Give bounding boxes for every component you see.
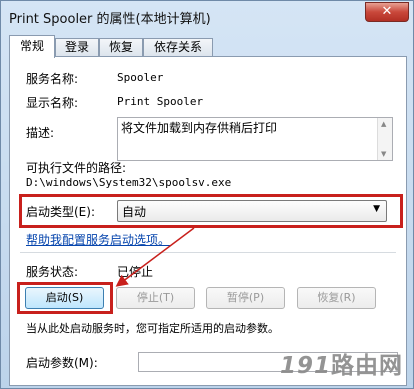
window-title: Print Spooler 的属性(本地计算机) — [9, 12, 211, 27]
resume-button-label: 恢复(R) — [317, 291, 356, 304]
tab-dependencies-label: 依存关系 — [153, 40, 202, 54]
site-watermark: 191路由网 — [280, 346, 403, 380]
pause-button[interactable]: 暂停(P) — [206, 287, 285, 309]
tab-dependencies[interactable]: 依存关系 — [143, 38, 213, 57]
properties-dialog: Print Spooler 的属性(本地计算机) ✕ 常规 登录 恢复 依存关系… — [0, 0, 414, 389]
watermark-text: 路由网 — [331, 353, 403, 379]
tab-general[interactable]: 常规 — [9, 35, 55, 58]
start-button[interactable]: 启动(S) — [25, 287, 104, 309]
close-icon: ✕ — [381, 4, 393, 19]
tab-logon[interactable]: 登录 — [55, 38, 99, 57]
start-button-label: 启动(S) — [45, 291, 84, 304]
annotation-arrow — [115, 227, 195, 287]
close-button[interactable]: ✕ — [365, 2, 409, 22]
tab-recovery[interactable]: 恢复 — [99, 38, 143, 57]
resume-button[interactable]: 恢复(R) — [297, 287, 376, 309]
stop-button-label: 停止(T) — [136, 291, 175, 304]
stop-button[interactable]: 停止(T) — [116, 287, 195, 309]
tab-general-label: 常规 — [19, 39, 44, 53]
tab-logon-label: 登录 — [64, 40, 89, 54]
general-panel: 服务名称: Spooler 显示名称: Print Spooler 描述: 将文… — [9, 56, 407, 386]
pause-button-label: 暂停(P) — [226, 291, 265, 304]
start-params-hint: 当从此处启动服务时，您可指定所适用的启动参数。 — [26, 322, 279, 335]
tab-recovery-label: 恢复 — [108, 40, 133, 54]
watermark-number: 191 — [279, 353, 331, 379]
title-bar[interactable]: Print Spooler 的属性(本地计算机) ✕ — [1, 1, 413, 31]
start-params-label: 启动参数(M): — [26, 356, 98, 370]
